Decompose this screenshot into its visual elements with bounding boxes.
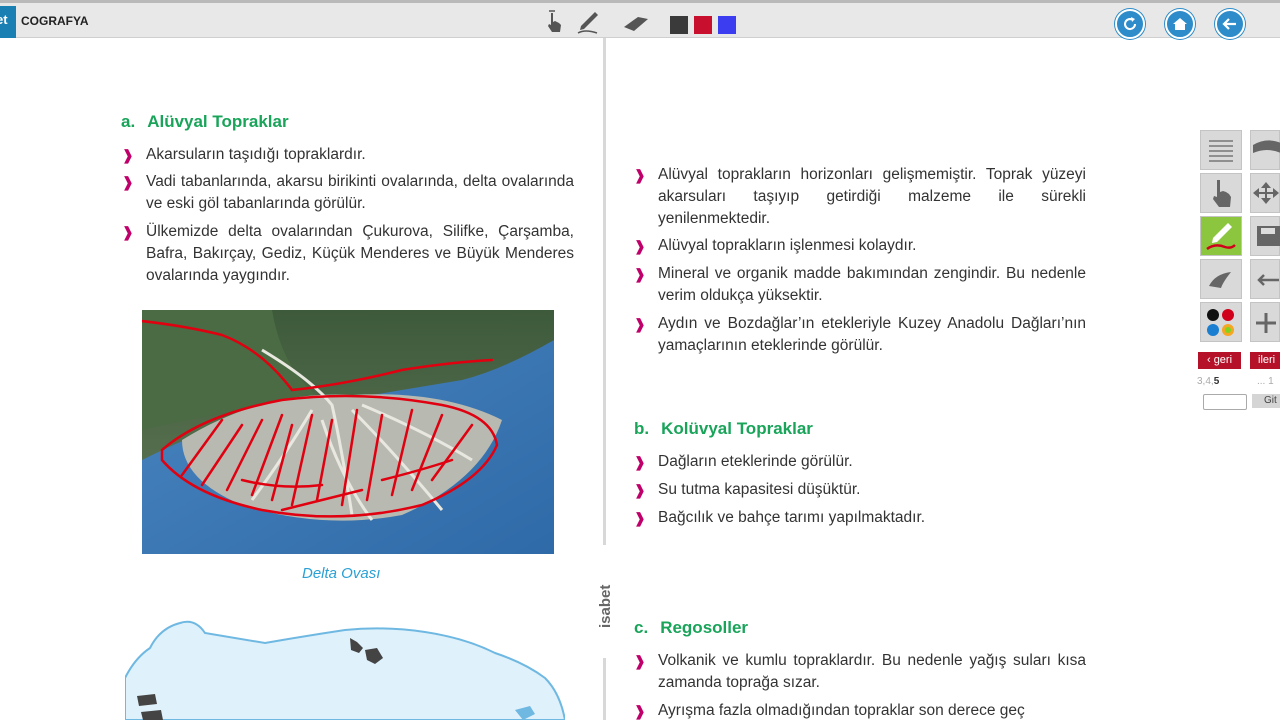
save-icon	[1257, 226, 1280, 246]
app-title: COGRAFYA	[21, 14, 89, 28]
move-icon	[1253, 182, 1279, 204]
hand-pointer-icon	[1213, 180, 1231, 207]
page-spine-lower	[603, 658, 606, 720]
undo-button[interactable]	[1250, 259, 1280, 299]
add-button[interactable]	[1250, 302, 1280, 342]
page-number-input[interactable]	[1203, 394, 1247, 410]
go-button[interactable]: Git	[1252, 394, 1280, 408]
list-icon	[1209, 140, 1233, 162]
bullet-icon: ❱	[634, 510, 646, 526]
bullet-icon: ❱	[122, 224, 134, 240]
color-palette-button[interactable]	[1200, 302, 1242, 342]
isabet-logo: et	[0, 6, 16, 38]
bullet-icon: ❱	[634, 482, 646, 498]
list-item: ❱ Volkanik ve kumlu topraklardır. Bu nede…	[634, 652, 1086, 691]
dial-icon	[1253, 140, 1280, 153]
section-a-heading: a. Alüvyal Topraklar	[121, 112, 289, 131]
pen-icon[interactable]	[575, 9, 601, 35]
bullet-icon: ❱	[122, 147, 134, 163]
bullet-icon: ❱	[634, 167, 646, 183]
move-tool-button[interactable]	[1250, 173, 1280, 213]
hand-tool-button[interactable]	[1200, 173, 1242, 213]
palette-icon	[1207, 309, 1234, 336]
photo-caption: Delta Ovası	[302, 565, 381, 582]
list-item: ❱ Mineral ve organik madde bakımından zen…	[634, 265, 1086, 304]
eraser-tool-button[interactable]	[1200, 259, 1242, 299]
back-button[interactable]	[1215, 9, 1245, 39]
list-item: ❱ Alüvyal toprakların işlenmesi kolaydır.	[634, 235, 1086, 257]
bullet-icon: ❱	[634, 454, 646, 470]
home-icon	[1173, 18, 1187, 30]
save-button[interactable]	[1250, 216, 1280, 256]
zoom-dial-button[interactable]	[1250, 130, 1280, 170]
refresh-icon	[1124, 17, 1137, 31]
svg-text:isabet: isabet	[597, 585, 614, 628]
list-item: ❱ Akarsuların taşıdığı topraklardır.	[122, 144, 576, 166]
chevron-left-icon: ‹	[1206, 354, 1211, 366]
spine-brand: isabet	[588, 582, 620, 632]
bullet-icon: ❱	[634, 653, 646, 669]
color-swatch-dark[interactable]	[670, 16, 688, 34]
color-swatch-blue[interactable]	[718, 16, 736, 34]
bullet-icon: ❱	[634, 316, 646, 332]
pointer-hand-icon[interactable]	[541, 9, 567, 35]
list-item: ❱ Bağcılık ve bahçe tarımı yapılmaktadır.	[634, 507, 1086, 529]
previous-page-button[interactable]: ‹ geri	[1198, 352, 1241, 369]
eraser-icon[interactable]	[620, 9, 648, 35]
list-item: ❱ Alüvyal toprakların horizonları gelişme…	[634, 166, 1086, 227]
bullet-icon: ❱	[634, 238, 646, 254]
list-item: ❱ Vadi tabanlarında, akarsu birikinti ova…	[122, 173, 574, 212]
top-toolbar: et COGRAFYA	[0, 0, 1280, 39]
next-page-button[interactable]: ileri	[1250, 352, 1280, 369]
section-b-heading: b. Kolüvyal Topraklar	[634, 419, 813, 438]
bullet-icon: ❱	[122, 174, 134, 190]
list-item: ❱ Dağların eteklerinde görülür.	[634, 451, 1086, 473]
plus-icon	[1256, 313, 1276, 333]
list-item: ❱ Aydın ve Bozdağlar’ın etekleriyle Kuzey…	[634, 315, 1086, 354]
bullet-icon: ❱	[634, 266, 646, 282]
list-item: ❱ Ülkemizde delta ovalarından Çukurova, S…	[122, 223, 574, 284]
delta-photo	[142, 310, 554, 554]
menu-list-button[interactable]	[1200, 130, 1242, 170]
color-swatch-red[interactable]	[694, 16, 712, 34]
page-number-list: 3,4,5	[1197, 376, 1220, 387]
page-spine	[603, 38, 606, 545]
turkey-map	[124, 618, 567, 721]
eraser-icon	[1209, 272, 1231, 288]
pen-icon	[1206, 223, 1236, 251]
bullet-icon: ❱	[634, 703, 646, 719]
list-item: ❱ Su tutma kapasitesi düşüktür.	[634, 479, 1086, 501]
back-arrow-icon	[1222, 18, 1236, 30]
list-item: ❱ Ayrışma fazla olmadığından topraklar so…	[634, 700, 1086, 722]
home-button[interactable]	[1165, 9, 1195, 39]
section-c-heading: c. Regosoller	[634, 618, 749, 637]
pen-tool-button[interactable]	[1200, 216, 1242, 256]
refresh-button[interactable]	[1115, 9, 1145, 39]
page-number-more: ... 1	[1257, 376, 1274, 387]
undo-arrow-icon	[1257, 274, 1279, 286]
